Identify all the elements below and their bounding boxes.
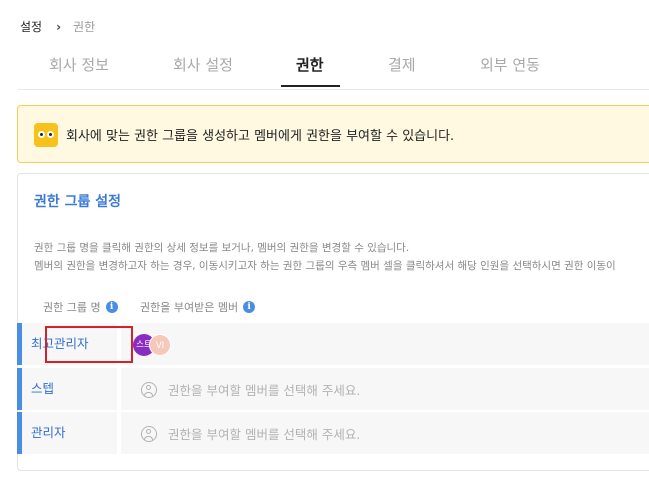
placeholder-text: 권한을 부여할 멤버를 선택해 주세요. [168, 383, 361, 398]
group-name-cell[interactable]: 스텝 [22, 368, 117, 410]
breadcrumb-home[interactable]: 설정 [20, 18, 42, 35]
tab-integrations[interactable]: 외부 연동 [480, 54, 540, 75]
column-header-group-name: 권한 그룹 명 i [43, 299, 118, 315]
selection-highlight [45, 326, 133, 363]
members-cell[interactable]: 권한을 부여할 멤버를 선택해 주세요. [121, 412, 649, 454]
member-placeholder: 권한을 부여할 멤버를 선택해 주세요. [141, 380, 360, 399]
panel-description-line: 권한 그룹 명을 클릭해 권한의 상세 정보를 보거나, 멤버의 권한을 변경할… [34, 242, 410, 254]
breadcrumb-current: 권한 [73, 20, 96, 34]
column-header-members: 권한을 부여받은 멤버 i [140, 299, 256, 315]
tab-company-settings[interactable]: 회사 설정 [173, 54, 233, 75]
column-header-label: 권한 그룹 명 [43, 301, 101, 314]
panel-title: 권한 그룹 설정 [34, 194, 122, 210]
eyes-icon [34, 123, 58, 147]
member-placeholder: 권한을 부여할 멤버를 선택해 주세요. [141, 424, 360, 443]
user-icon [141, 425, 157, 442]
members-cell[interactable]: 권한을 부여할 멤버를 선택해 주세요. [121, 368, 649, 410]
placeholder-text: 권한을 부여할 멤버를 선택해 주세요. [168, 427, 361, 442]
tab-bar: 회사 정보 회사 설정 권한 결제 외부 연동 [18, 46, 649, 88]
user-icon [141, 381, 157, 398]
panel-description: 권한 그룹 명을 클릭해 권한의 상세 정보를 보거나, 멤버의 권한을 변경할… [34, 239, 616, 275]
notice-text: 회사에 맞는 권한 그룹을 생성하고 멤버에게 권한을 부여할 수 있습니다. [66, 129, 455, 144]
tab-permissions[interactable]: 권한 [296, 54, 324, 75]
breadcrumb: 설정 › 권한 [20, 18, 95, 35]
panel-description-line: 멤버의 권한을 변경하고자 하는 경우, 이동시키고자 하는 권한 그룹의 우측… [34, 260, 616, 272]
column-header-label: 권한을 부여받은 멤버 [140, 301, 239, 314]
group-name-cell[interactable]: 관리자 [22, 412, 117, 454]
notice-banner: 회사에 맞는 권한 그룹을 생성하고 멤버에게 권한을 부여할 수 있습니다. [17, 105, 649, 163]
members-cell[interactable]: 스트 VI [121, 323, 649, 365]
info-icon[interactable]: i [243, 301, 256, 313]
info-icon[interactable]: i [105, 301, 118, 313]
avatar: VI [149, 334, 171, 356]
permission-group-row: 스텝 권한을 부여할 멤버를 선택해 주세요. [17, 368, 649, 410]
permission-group-row: 관리자 권한을 부여할 멤버를 선택해 주세요. [17, 412, 649, 454]
active-tab-indicator [281, 85, 340, 87]
tab-divider [18, 89, 649, 90]
chevron-right-icon: › [56, 19, 62, 34]
tab-billing[interactable]: 결제 [388, 54, 416, 75]
tab-company-info[interactable]: 회사 정보 [49, 54, 109, 75]
